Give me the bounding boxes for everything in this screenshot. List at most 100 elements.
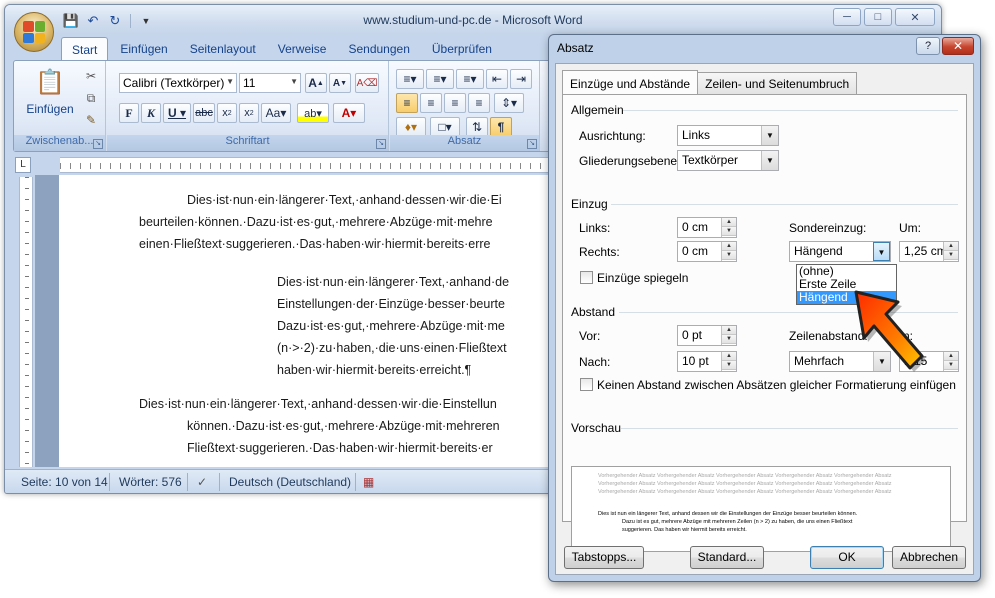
tab-verweise[interactable]: Verweise [268, 37, 337, 61]
tab-zeilen-und-seitenumbruch[interactable]: Zeilen- und Seitenumbruch [697, 72, 858, 94]
indent-by-spinner[interactable]: ▲ ▼ [943, 242, 958, 261]
preview-previous-paragraph: Vorhergehender Absatz Vorhergehender Abs… [598, 481, 892, 487]
italic-icon[interactable]: K [141, 103, 161, 123]
paste-icon[interactable]: 📋 [32, 67, 68, 97]
special-indent-label: Sondereinzug: [789, 221, 867, 235]
tab-seitenlayout[interactable]: Seitenlayout [180, 37, 266, 61]
change-case-icon[interactable]: Aa▾ [261, 103, 291, 123]
sort-icon[interactable]: ⇅ [466, 117, 488, 137]
proofing-icon[interactable]: ✓ [197, 475, 207, 489]
tab-sendungen[interactable]: Sendungen [338, 37, 419, 61]
indent-by-label: Um: [899, 221, 921, 235]
space-before-input[interactable]: 0 pt ▲ ▼ [677, 325, 737, 346]
tabstops-button[interactable]: Tabstopps... [564, 546, 644, 569]
underline-icon[interactable]: U ▾ [163, 103, 191, 123]
outline-level-value: Textkörper [682, 153, 739, 167]
subscript-icon[interactable]: x2 [217, 103, 237, 123]
vertical-ruler[interactable] [19, 177, 33, 467]
special-indent-select[interactable]: Hängend ▼ [789, 241, 891, 262]
align-right-icon[interactable]: ≡ [444, 93, 466, 113]
font-name-combo[interactable]: Calibri (Textkörper) ▼ [119, 73, 237, 93]
help-button[interactable]: ? [916, 37, 940, 55]
justify-icon[interactable]: ≡ [468, 93, 490, 113]
shrink-font-icon[interactable]: A ▼ [329, 73, 351, 93]
borders-icon[interactable]: □▾ [430, 117, 460, 137]
document-area: Dies·ist·nun·ein·längerer·Text,·anhand·d… [35, 175, 579, 467]
space-after-input[interactable]: 10 pt ▲ ▼ [677, 351, 737, 372]
preview-sample-line: Dies ist nun ein längerer Text, anhand d… [598, 511, 858, 517]
tab-ueberpruefen[interactable]: Überprüfen [422, 37, 502, 61]
tab-einfuegen[interactable]: Einfügen [110, 37, 177, 61]
numbering-icon[interactable]: ≡▾ [426, 69, 454, 89]
minimize-button[interactable]: ─ [833, 8, 861, 26]
status-separator [219, 473, 220, 491]
tab-start[interactable]: Start [61, 37, 109, 61]
chevron-down-icon: ▼ [761, 151, 778, 170]
chevron-down-icon: ▼ [873, 242, 890, 261]
mirror-indents-checkbox[interactable] [580, 271, 593, 284]
tab-selector-icon[interactable]: L [15, 157, 31, 173]
ribbon: 📋 Einfügen ✂ ⧉ ✎ Zwischenab... ↘ Calibri… [13, 60, 573, 152]
space-after-value: 10 pt [682, 354, 709, 368]
close-dialog-button[interactable]: ✕ [942, 37, 974, 55]
indent-left-spinner[interactable]: ▲ ▼ [721, 218, 736, 237]
show-formatting-icon[interactable]: ¶ [490, 117, 512, 137]
line-spacing-value: Mehrfach [794, 354, 845, 368]
space-after-spinner[interactable]: ▲ ▼ [721, 352, 736, 371]
indent-left-input[interactable]: 0 cm ▲ ▼ [677, 217, 737, 238]
status-language[interactable]: Deutsch (Deutschland) [229, 475, 351, 489]
multilevel-list-icon[interactable]: ≡▾ [456, 69, 484, 89]
shading-icon[interactable]: ♦▾ [396, 117, 426, 137]
indent-left-label: Links: [579, 221, 611, 235]
space-before-value: 0 pt [682, 328, 703, 342]
copy-icon[interactable]: ⧉ [82, 89, 100, 107]
title-bar: 💾 ↶ ↻ ▼ www.studium-und-pc.de - Microsof… [5, 5, 941, 35]
clipboard-launcher-icon[interactable]: ↘ [93, 139, 103, 149]
line-spacing-at-spinner[interactable]: ▲ ▼ [943, 352, 958, 371]
maximize-button[interactable]: □ [864, 8, 892, 26]
outline-level-select[interactable]: Textkörper ▼ [677, 150, 779, 171]
paste-button[interactable]: Einfügen [20, 101, 80, 117]
status-page[interactable]: Seite: 10 von 14 [21, 475, 108, 489]
highlight-icon[interactable]: ab▾ [297, 103, 329, 123]
line-spacing-icon[interactable]: ⇕▾ [494, 93, 524, 113]
cut-icon[interactable]: ✂ [82, 67, 100, 85]
font-color-icon[interactable]: A▾ [333, 103, 365, 123]
status-words[interactable]: Wörter: 576 [119, 475, 182, 489]
macro-record-icon[interactable]: ▦ [363, 475, 374, 489]
font-size-combo[interactable]: 11 ▼ [239, 73, 301, 93]
paragraph-launcher-icon[interactable]: ↘ [527, 139, 537, 149]
preview-sample-line: Dazu ist es gut, mehrere Abzüge mit mehr… [622, 519, 853, 525]
ok-button[interactable]: OK [810, 546, 884, 569]
bullets-icon[interactable]: ≡▾ [396, 69, 424, 89]
superscript-icon[interactable]: x2 [239, 103, 259, 123]
close-window-button[interactable]: ✕ [895, 8, 935, 26]
office-button[interactable] [14, 12, 54, 52]
no-space-checkbox[interactable] [580, 378, 593, 391]
clear-format-icon[interactable]: A⌫ [355, 73, 379, 93]
doc-line: Dazu·ist·es·gut,·mehrere·Abzüge·mit·me [277, 319, 505, 333]
decrease-indent-icon[interactable]: ⇤ [486, 69, 508, 89]
status-separator [355, 473, 356, 491]
bold-icon[interactable]: F [119, 103, 139, 123]
horizontal-ruler[interactable] [60, 157, 560, 173]
set-default-button[interactable]: Standard... [690, 546, 764, 569]
align-center-icon[interactable]: ≡ [420, 93, 442, 113]
indent-right-spinner[interactable]: ▲ ▼ [721, 242, 736, 261]
doc-line: haben·wir·hiermit·bereits·erreicht.¶ [277, 363, 472, 377]
space-before-spinner[interactable]: ▲ ▼ [721, 326, 736, 345]
section-abstand: Abstand [571, 305, 616, 319]
align-left-icon[interactable]: ≡ [396, 93, 418, 113]
indent-by-input[interactable]: 1,25 cm ▲ ▼ [899, 241, 959, 262]
increase-indent-icon[interactable]: ⇥ [510, 69, 532, 89]
alignment-select[interactable]: Links ▼ [677, 125, 779, 146]
cancel-button[interactable]: Abbrechen [892, 546, 966, 569]
grow-font-icon[interactable]: A ▲ [305, 73, 327, 93]
strikethrough-icon[interactable]: abc [193, 103, 215, 123]
doc-line: einen·Fließtext·suggerieren.·Das·haben·w… [139, 237, 491, 251]
indent-right-input[interactable]: 0 cm ▲ ▼ [677, 241, 737, 262]
font-launcher-icon[interactable]: ↘ [376, 139, 386, 149]
tab-einzuege-und-abstaende[interactable]: Einzüge und Abstände [562, 70, 699, 94]
format-painter-icon[interactable]: ✎ [82, 111, 100, 129]
document-page[interactable]: Dies·ist·nun·ein·längerer·Text,·anhand·d… [59, 175, 579, 467]
